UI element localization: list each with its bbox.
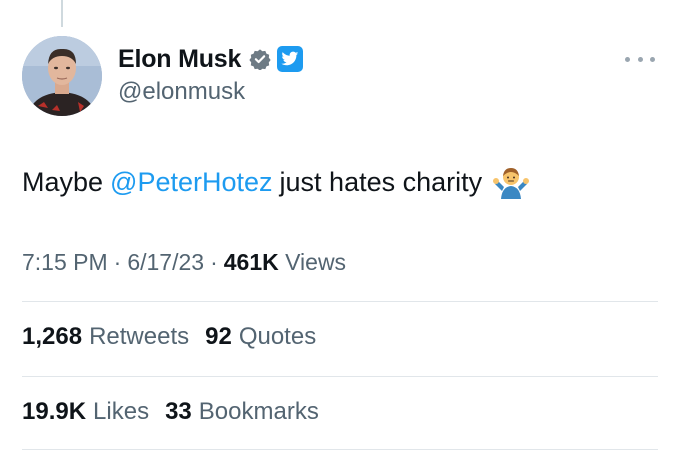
- meta-separator: ·: [210, 249, 218, 275]
- author-display-name[interactable]: Elon Musk: [118, 45, 241, 74]
- person-shrugging-emoji-icon: [492, 165, 530, 199]
- stats-row-engagement: 19.9K Likes 33 Bookmarks: [22, 398, 319, 426]
- bookmarks-stat[interactable]: 33 Bookmarks: [165, 398, 319, 425]
- author-handle[interactable]: @elonmusk: [118, 78, 245, 106]
- likes-count: 19.9K: [22, 398, 87, 425]
- tweet-body: Maybe @PeterHotez just hates charity: [22, 164, 530, 200]
- bookmarks-label: Bookmarks: [198, 398, 319, 425]
- retweets-label: Retweets: [89, 323, 190, 350]
- quotes-stat[interactable]: 92 Quotes: [205, 323, 316, 350]
- more-dot: [625, 56, 630, 62]
- thread-connector-line: [61, 0, 63, 27]
- avatar[interactable]: [22, 36, 102, 116]
- views-count: 461K: [223, 249, 279, 275]
- views-label: Views: [285, 249, 347, 275]
- tweet-text-after: just hates charity: [279, 167, 483, 197]
- tweet-date[interactable]: 6/17/23: [127, 249, 204, 275]
- tweet-text-before: Maybe: [22, 167, 104, 197]
- divider: [22, 376, 658, 377]
- more-dot: [650, 56, 655, 62]
- stats-row-shares: 1,268 Retweets 92 Quotes: [22, 323, 316, 351]
- meta-separator: ·: [113, 249, 122, 275]
- verified-badge-icon: [249, 48, 271, 71]
- bookmarks-count: 33: [165, 398, 192, 425]
- tweet-meta: 7:15 PM · 6/17/23 · 461K Views: [22, 249, 346, 276]
- likes-label: Likes: [93, 398, 150, 425]
- tweet-time[interactable]: 7:15 PM: [22, 249, 108, 275]
- quotes-label: Quotes: [238, 323, 317, 350]
- quotes-count: 92: [205, 323, 232, 350]
- divider: [22, 449, 658, 450]
- author-name-row[interactable]: Elon Musk: [118, 42, 304, 76]
- mention-link[interactable]: @PeterHotez: [110, 164, 272, 200]
- retweets-count: 1,268: [22, 323, 83, 350]
- likes-stat[interactable]: 19.9K Likes: [22, 398, 149, 425]
- more-dot: [637, 56, 643, 62]
- more-options-icon[interactable]: [625, 54, 655, 64]
- divider: [22, 301, 658, 302]
- profile-photo-icon: [22, 36, 102, 116]
- tweet-detail: Elon Musk @elonmusk Maybe @PeterHotez ju…: [0, 0, 680, 452]
- twitter-bird-icon: [277, 46, 304, 72]
- retweets-stat[interactable]: 1,268 Retweets: [22, 323, 189, 350]
